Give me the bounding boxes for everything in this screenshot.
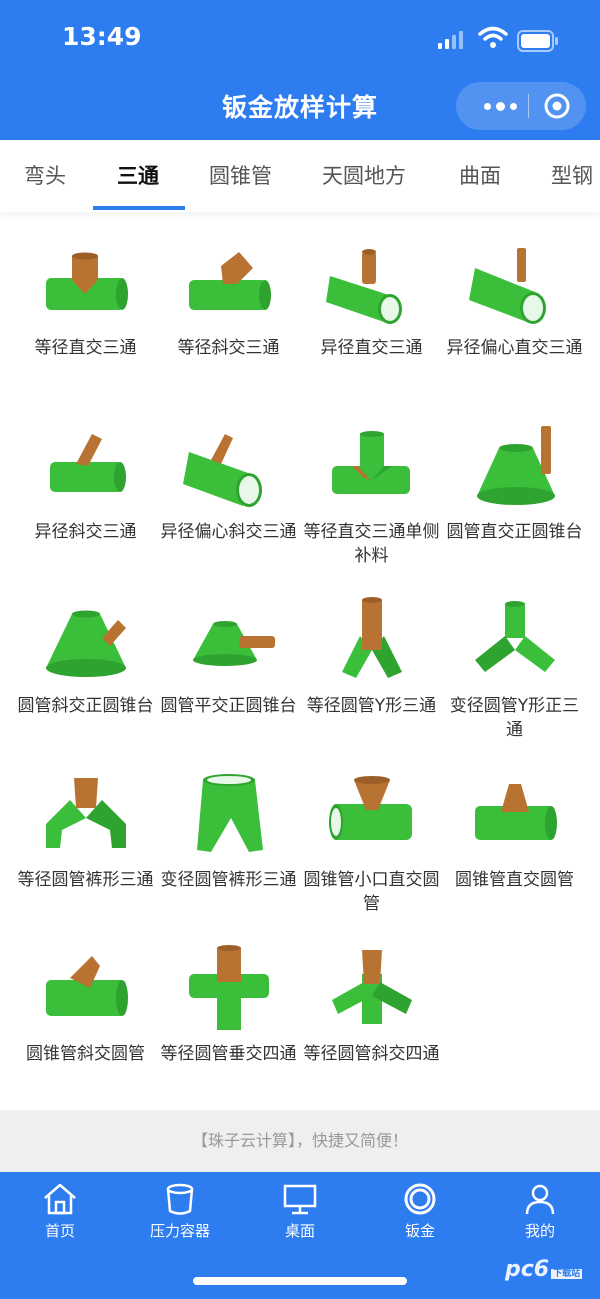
fitting-item[interactable]: 圆管平交正圆锥台 bbox=[157, 596, 300, 718]
tabbar-sheet-metal[interactable]: 钣金 bbox=[360, 1182, 480, 1241]
category-tabs: 弯头 三通 圆锥管 天圆地方 曲面 型钢 bbox=[0, 140, 600, 212]
status-time: 13:49 bbox=[62, 22, 142, 51]
reducing-oblique-tee-icon bbox=[49, 434, 126, 492]
wifi-icon bbox=[478, 26, 508, 48]
fitting-label: 等径圆管Y形三通 bbox=[306, 696, 437, 716]
tabbar-desktop[interactable]: 桌面 bbox=[240, 1182, 360, 1241]
fitting-label: 圆锥管斜交圆管 bbox=[26, 1044, 145, 1064]
fitting-label: 异径偏心直交三通 bbox=[446, 338, 583, 358]
equal-cross-icon bbox=[188, 945, 269, 1030]
fitting-item[interactable]: 异径偏心斜交三通 bbox=[157, 422, 300, 544]
reducing-y-tee-icon bbox=[474, 601, 555, 672]
reducing-tee-icon bbox=[325, 249, 402, 324]
cone-tee-icon bbox=[474, 784, 557, 840]
fitting-item[interactable]: 等径圆管垂交四通 bbox=[157, 944, 300, 1066]
capsule-divider bbox=[528, 94, 529, 118]
reducing-eccentric-oblique-tee-icon bbox=[182, 434, 262, 507]
signal-icon bbox=[438, 31, 463, 49]
cone-oblique-tee-icon bbox=[45, 956, 128, 1016]
fitting-label: 变径圆管裤形三通 bbox=[160, 870, 297, 890]
fitting-item[interactable]: 圆管直交正圆锥台 bbox=[443, 422, 586, 544]
fitting-item[interactable]: 圆锥管斜交圆管 bbox=[14, 944, 157, 1066]
tab-cone[interactable]: 圆锥管 bbox=[209, 160, 272, 190]
app-header: 13:49 钣金放样计算 bbox=[0, 0, 600, 140]
tab-section-steel[interactable]: 型钢 bbox=[551, 160, 593, 190]
more-dots-icon[interactable] bbox=[472, 82, 528, 130]
equal-tee-icon bbox=[45, 252, 128, 310]
equal-y-tee-icon bbox=[341, 597, 402, 678]
tabbar-label: 首页 bbox=[44, 1222, 75, 1240]
home-icon bbox=[44, 1183, 76, 1215]
fitting-label: 等径圆管垂交四通 bbox=[160, 1044, 297, 1064]
ring-icon bbox=[404, 1183, 436, 1215]
monitor-icon bbox=[283, 1184, 317, 1215]
oblique-pipe-frustum-icon bbox=[45, 610, 126, 677]
fitting-item[interactable]: 等径圆管Y形三通 bbox=[300, 596, 443, 718]
fitting-item[interactable]: 等径圆管斜交四通 bbox=[300, 944, 443, 1066]
fitting-label: 等径斜交三通 bbox=[177, 338, 280, 358]
target-circle-icon[interactable] bbox=[543, 92, 571, 120]
home-indicator bbox=[193, 1277, 407, 1285]
fitting-label: 等径直交三通 bbox=[34, 338, 137, 358]
cylinder-icon bbox=[166, 1183, 194, 1215]
tabbar-label: 压力容器 bbox=[149, 1222, 210, 1240]
fitting-item[interactable]: 等径直交三通 bbox=[14, 238, 157, 360]
fitting-item[interactable]: 变径圆管裤形三通 bbox=[157, 770, 300, 892]
fitting-item[interactable]: 异径直交三通 bbox=[300, 238, 443, 360]
fitting-item[interactable]: 等径斜交三通 bbox=[157, 238, 300, 360]
tabbar-label: 我的 bbox=[524, 1222, 555, 1240]
pipe-frustum-icon bbox=[476, 426, 555, 505]
equal-oblique-tee-icon bbox=[188, 252, 271, 310]
tabbar-label: 钣金 bbox=[404, 1222, 435, 1240]
fitting-label: 等径圆管斜交四通 bbox=[303, 1044, 440, 1064]
oblique-cross-icon bbox=[331, 950, 412, 1024]
tab-elbow[interactable]: 弯头 bbox=[24, 160, 66, 190]
flat-pipe-frustum-icon bbox=[192, 621, 275, 666]
fitting-label: 圆锥管直交圆管 bbox=[455, 870, 574, 890]
fitting-item[interactable]: 异径偏心直交三通 bbox=[443, 238, 586, 360]
fitting-label: 圆锥管小口直交圆管 bbox=[303, 870, 440, 914]
reducing-eccentric-tee-icon bbox=[468, 248, 546, 324]
fitting-label: 异径斜交三通 bbox=[34, 522, 137, 542]
fitting-label: 圆管平交正圆锥台 bbox=[160, 696, 297, 716]
tab-square-to-round[interactable]: 天圆地方 bbox=[322, 160, 406, 190]
fitting-item[interactable]: 异径斜交三通 bbox=[14, 422, 157, 544]
footer-slogan: 【珠子云计算】，快捷又简便！ bbox=[0, 1110, 600, 1172]
battery-icon bbox=[517, 30, 558, 52]
miniprogram-capsule bbox=[456, 82, 586, 130]
fitting-label: 等径直交三通单侧补料 bbox=[303, 522, 440, 566]
fitting-label: 圆管直交正圆锥台 bbox=[446, 522, 583, 542]
fitting-item[interactable]: 变径圆管Y形正三通 bbox=[443, 596, 586, 742]
fitting-item[interactable]: 圆锥管小口直交圆管 bbox=[300, 770, 443, 916]
tab-tee[interactable]: 三通 bbox=[117, 160, 159, 190]
fitting-item[interactable]: 等径直交三通单侧补料 bbox=[300, 422, 443, 568]
fitting-label: 变径圆管Y形正三通 bbox=[449, 696, 580, 740]
fitting-label: 等径圆管裤形三通 bbox=[17, 870, 154, 890]
tabbar-mine[interactable]: 我的 bbox=[480, 1182, 600, 1241]
cone-small-end-tee-icon bbox=[328, 776, 412, 840]
tee-with-patch-icon bbox=[331, 431, 410, 494]
user-icon bbox=[525, 1184, 555, 1215]
fitting-label: 圆管斜交正圆锥台 bbox=[17, 696, 154, 716]
watermark-logo: pc6 下载站 bbox=[505, 1257, 583, 1282]
fitting-item[interactable]: 等径圆管裤形三通 bbox=[14, 770, 157, 892]
tabbar-home[interactable]: 首页 bbox=[0, 1182, 120, 1241]
fitting-item[interactable]: 圆锥管直交圆管 bbox=[443, 770, 586, 892]
active-tab-indicator bbox=[93, 206, 185, 210]
fitting-label: 异径偏心斜交三通 bbox=[160, 522, 297, 542]
fitting-label: 异径直交三通 bbox=[320, 338, 423, 358]
equal-trouser-tee-icon bbox=[45, 778, 126, 848]
reducing-trouser-tee-icon bbox=[196, 774, 263, 852]
tabbar-pressure-vessel[interactable]: 压力容器 bbox=[120, 1182, 240, 1241]
tabbar-label: 桌面 bbox=[284, 1222, 315, 1240]
fitting-item[interactable]: 圆管斜交正圆锥台 bbox=[14, 596, 157, 718]
tab-surface[interactable]: 曲面 bbox=[459, 160, 501, 190]
